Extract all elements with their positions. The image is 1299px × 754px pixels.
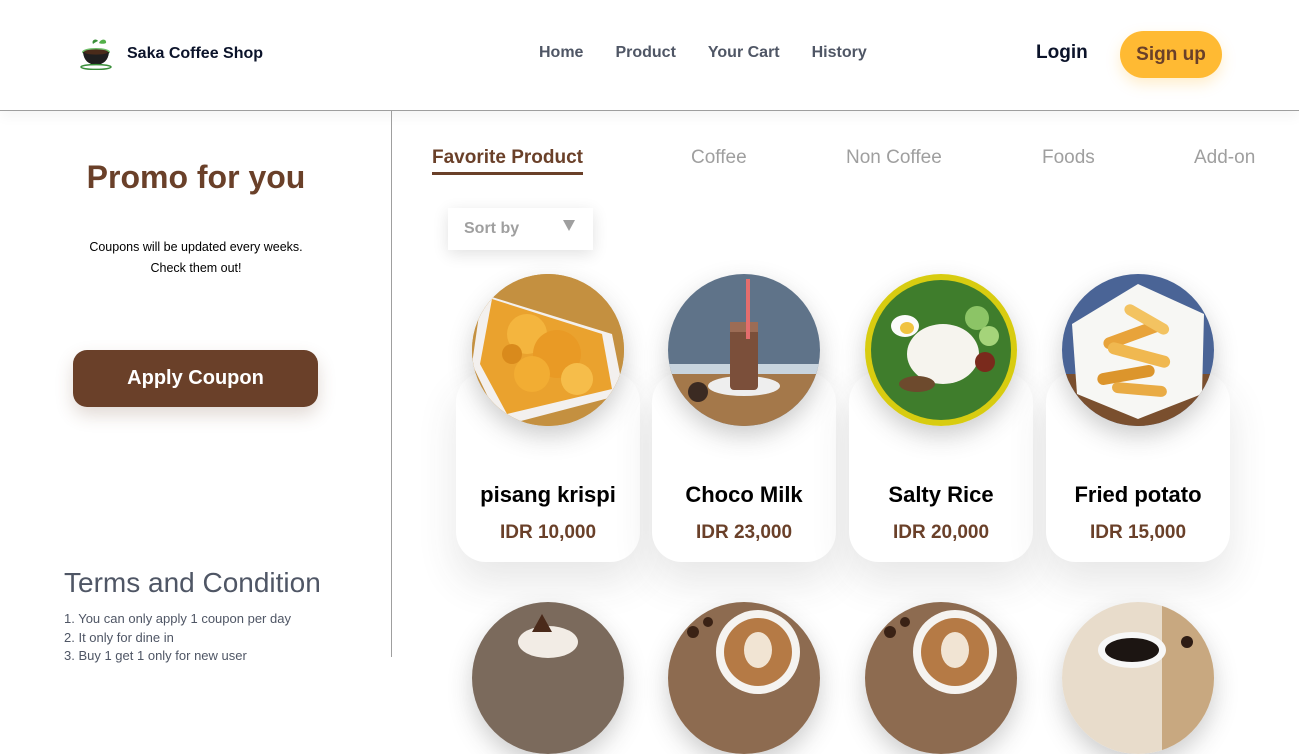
product-price: IDR 23,000 bbox=[695, 522, 793, 543]
main-nav: Home Product Your Cart History bbox=[539, 44, 867, 62]
caret-down-icon bbox=[563, 220, 575, 231]
black-coffee-image bbox=[1062, 602, 1214, 754]
promo-description: Coupons will be updated every weeks. Che… bbox=[0, 237, 392, 279]
nav-your-cart[interactable]: Your Cart bbox=[708, 44, 780, 62]
product-name: pisang krispi bbox=[480, 482, 616, 507]
tab-add-on[interactable]: Add-on bbox=[1194, 147, 1255, 169]
terms-title: Terms and Condition bbox=[64, 567, 321, 598]
product-name: Salty Rice bbox=[888, 482, 994, 507]
chocolate-dessert-image bbox=[472, 602, 624, 754]
choco-milk-image bbox=[668, 274, 820, 426]
promo-desc-line-2: Check them out! bbox=[150, 261, 242, 275]
nav-home[interactable]: Home bbox=[539, 44, 583, 62]
sort-by-label: Sort by bbox=[464, 220, 520, 237]
product-area: Favorite Product Coffee Non Coffee Foods… bbox=[392, 111, 1299, 754]
terms-item: 1. You can only apply 1 coupon per day bbox=[64, 611, 291, 626]
coffee-cup-logo-icon bbox=[79, 38, 113, 71]
promo-title: Promo for you bbox=[86, 159, 306, 195]
promo-sidebar: Promo for you Coupons will be updated ev… bbox=[0, 111, 392, 663]
latte-image-2 bbox=[865, 602, 1017, 754]
apply-coupon-button[interactable]: Apply Coupon bbox=[73, 350, 318, 407]
tab-foods[interactable]: Foods bbox=[1042, 147, 1095, 169]
sort-by-dropdown[interactable]: Sort by bbox=[448, 208, 593, 250]
brand[interactable]: Saka Coffee Shop bbox=[79, 38, 264, 71]
terms-item: 3. Buy 1 get 1 only for new user bbox=[64, 648, 247, 663]
product-name: Fried potato bbox=[1074, 482, 1202, 507]
tab-favorite-product[interactable]: Favorite Product bbox=[432, 147, 583, 175]
terms-list: 1. You can only apply 1 coupon per day 2… bbox=[64, 610, 291, 666]
login-link[interactable]: Login bbox=[1036, 42, 1088, 64]
pisang-krispi-image bbox=[472, 274, 624, 426]
fried-potato-image bbox=[1062, 274, 1214, 426]
product-price: IDR 10,000 bbox=[499, 522, 597, 543]
nav-history[interactable]: History bbox=[812, 44, 867, 62]
top-navbar: Saka Coffee Shop Home Product Your Cart … bbox=[0, 0, 1299, 111]
salty-rice-image bbox=[865, 274, 1017, 426]
tab-non-coffee[interactable]: Non Coffee bbox=[846, 147, 942, 169]
latte-image-1 bbox=[668, 602, 820, 754]
product-name: Choco Milk bbox=[685, 482, 803, 507]
product-price: IDR 15,000 bbox=[1089, 522, 1187, 543]
signup-button[interactable]: Sign up bbox=[1120, 31, 1222, 78]
terms-item: 2. It only for dine in bbox=[64, 629, 174, 645]
product-price: IDR 20,000 bbox=[892, 522, 990, 543]
brand-name: Saka Coffee Shop bbox=[127, 45, 264, 62]
nav-product[interactable]: Product bbox=[615, 44, 675, 62]
promo-desc-line-1: Coupons will be updated every weeks. bbox=[89, 240, 303, 254]
tab-coffee[interactable]: Coffee bbox=[691, 147, 747, 169]
